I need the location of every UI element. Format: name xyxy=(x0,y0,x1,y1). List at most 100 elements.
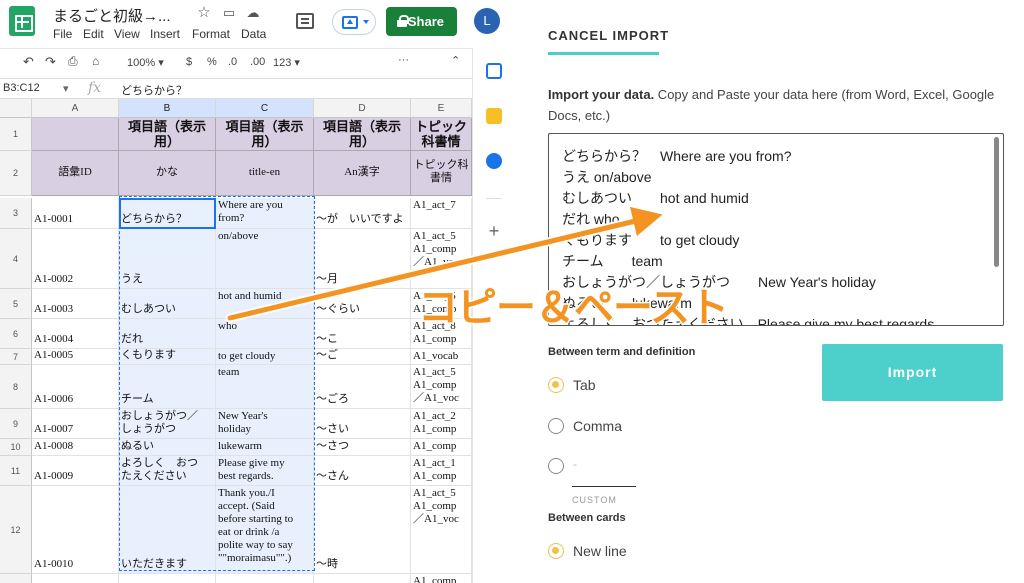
table-cell[interactable]: A1_comp xyxy=(411,439,472,456)
row-header[interactable]: 8 xyxy=(0,365,32,409)
row-header[interactable]: 1 xyxy=(0,118,32,151)
table-cell[interactable]: A1_vocab xyxy=(411,349,472,365)
row-header[interactable]: 13 xyxy=(0,574,32,583)
table-cell[interactable]: 〜が いいですよ xyxy=(314,198,411,229)
import-button[interactable]: Import xyxy=(822,344,1003,401)
table-cell[interactable]: Thank you./I accept. (Said before starti… xyxy=(216,486,314,574)
currency-button[interactable]: $ xyxy=(186,56,192,68)
table-cell[interactable]: どちらから？ xyxy=(119,198,216,229)
row-header[interactable]: 12 xyxy=(0,486,32,574)
custom-input[interactable]: - xyxy=(573,457,577,471)
table-cell[interactable]: A1-0010 xyxy=(32,486,119,574)
name-box[interactable]: B3:C12 xyxy=(3,82,40,94)
table-cell[interactable] xyxy=(119,574,216,583)
table-cell[interactable]: 〜さん xyxy=(314,456,411,486)
table-cell[interactable]: lukewarm xyxy=(216,439,314,456)
radio-custom[interactable] xyxy=(548,458,564,474)
row-header[interactable]: 5 xyxy=(0,289,32,319)
table-cell[interactable]: on/above xyxy=(216,229,314,289)
cloud-status-icon[interactable]: ☁ xyxy=(244,4,262,22)
column-header-c[interactable]: C xyxy=(216,99,314,118)
table-cell[interactable]: A1-0002 xyxy=(32,229,119,289)
table-cell[interactable]: チーム xyxy=(119,365,216,409)
table-cell[interactable]: よろしく おつ たえください xyxy=(119,456,216,486)
table-cell[interactable]: うえ xyxy=(119,229,216,289)
table-cell[interactable]: A1_act_2 A1_comp xyxy=(411,409,472,439)
row-header[interactable]: 11 xyxy=(0,456,32,486)
chevron-up-icon[interactable]: ⌃ xyxy=(451,54,460,67)
present-button[interactable] xyxy=(332,9,376,35)
more-options-button[interactable]: ··· xyxy=(398,54,409,66)
header-cell[interactable]: かな xyxy=(119,151,216,196)
row-header[interactable]: 3 xyxy=(0,198,32,229)
tasks-icon[interactable] xyxy=(486,153,502,169)
row-header[interactable]: 2 xyxy=(0,151,32,196)
row-header[interactable]: 6 xyxy=(0,319,32,349)
table-cell[interactable]: 〜さつ xyxy=(314,439,411,456)
print-icon[interactable]: ⎙ xyxy=(68,54,78,69)
column-header-e[interactable]: E xyxy=(411,99,472,118)
table-cell[interactable]: A1-0001 xyxy=(32,198,119,229)
header-cell[interactable]: An漢字 xyxy=(314,151,411,196)
sheet-grid[interactable]: A B C D E 1 項目語（表示用） 項目語（表示用） 項目語（表示用） トピック科… xyxy=(0,99,472,583)
header-cell[interactable]: 項目語（表示用） xyxy=(314,118,411,151)
table-cell[interactable]: 〜ぐらい xyxy=(314,289,411,319)
table-cell[interactable]: A1_act_5 A1_comp ／A1_voc xyxy=(411,486,472,574)
radio-new-line[interactable] xyxy=(548,543,564,559)
table-cell[interactable]: A1-0004 xyxy=(32,319,119,349)
table-cell[interactable]: A1_comp xyxy=(411,574,472,583)
column-header-b[interactable]: B xyxy=(119,99,216,118)
table-cell[interactable]: くもります xyxy=(119,349,216,365)
table-cell[interactable]: 〜さい xyxy=(314,409,411,439)
table-cell[interactable]: New Year's holiday xyxy=(216,409,314,439)
table-cell[interactable]: A1_act_7 xyxy=(411,198,472,229)
table-cell[interactable]: A1-0006 xyxy=(32,365,119,409)
namebox-dropdown-icon[interactable]: ▾ xyxy=(63,82,69,95)
zoom-select[interactable]: 100% ▾ xyxy=(127,56,164,69)
table-cell[interactable]: むしあつい xyxy=(119,289,216,319)
menu-file[interactable]: File xyxy=(53,27,72,41)
decrease-decimal-button[interactable]: .0 xyxy=(228,56,237,68)
table-cell[interactable]: おしょうがつ／ しょうがつ xyxy=(119,409,216,439)
comment-icon[interactable] xyxy=(296,13,314,29)
table-cell[interactable]: 〜こ xyxy=(314,319,411,349)
table-cell[interactable]: A1_act_5 A1_comp ／A1_voc xyxy=(411,365,472,409)
menu-format[interactable]: Format xyxy=(192,27,230,41)
row-header[interactable]: 7 xyxy=(0,349,32,365)
table-cell[interactable]: ぬるい xyxy=(119,439,216,456)
table-cell[interactable]: A1-0009 xyxy=(32,456,119,486)
table-cell[interactable]: who xyxy=(216,319,314,349)
table-cell[interactable]: hot and humid xyxy=(216,289,314,319)
table-cell[interactable]: A1-0005 xyxy=(32,349,119,365)
radio-tab[interactable] xyxy=(548,377,564,393)
table-cell[interactable]: だれ xyxy=(119,319,216,349)
paint-format-icon[interactable]: ⌂ xyxy=(92,54,99,68)
move-folder-icon[interactable]: ▭ xyxy=(220,4,238,22)
table-cell[interactable]: 〜ご xyxy=(314,349,411,365)
percent-button[interactable]: % xyxy=(207,56,217,68)
menu-data[interactable]: Data xyxy=(241,27,266,41)
header-cell[interactable] xyxy=(32,118,119,151)
add-addon-icon[interactable]: + xyxy=(486,222,502,240)
menu-insert[interactable]: Insert xyxy=(150,27,180,41)
radio-new-line-label[interactable]: New line xyxy=(573,543,627,559)
redo-icon[interactable]: ↷ xyxy=(45,54,56,70)
column-header-d[interactable]: D xyxy=(314,99,411,118)
table-cell[interactable]: Please give my best regards. xyxy=(216,456,314,486)
header-cell[interactable]: 項目語（表示用） xyxy=(119,118,216,151)
radio-comma[interactable] xyxy=(548,418,564,434)
table-cell[interactable]: 〜月 xyxy=(314,229,411,289)
menu-view[interactable]: View xyxy=(114,27,140,41)
star-icon[interactable]: ☆ xyxy=(195,4,213,22)
sheets-logo-icon[interactable] xyxy=(9,6,35,36)
table-cell[interactable]: 〜ごろ xyxy=(314,365,411,409)
share-button[interactable]: Share xyxy=(386,7,457,36)
table-cell[interactable]: Where are you from? xyxy=(216,198,314,229)
textarea-scrollbar[interactable] xyxy=(994,137,999,267)
menu-edit[interactable]: Edit xyxy=(83,27,104,41)
row-header[interactable]: 9 xyxy=(0,409,32,439)
increase-decimal-button[interactable]: .00 xyxy=(250,56,265,68)
document-title[interactable]: まるごと初級→... xyxy=(53,5,171,26)
radio-tab-label[interactable]: Tab xyxy=(573,377,596,393)
select-all-corner[interactable] xyxy=(0,99,32,118)
